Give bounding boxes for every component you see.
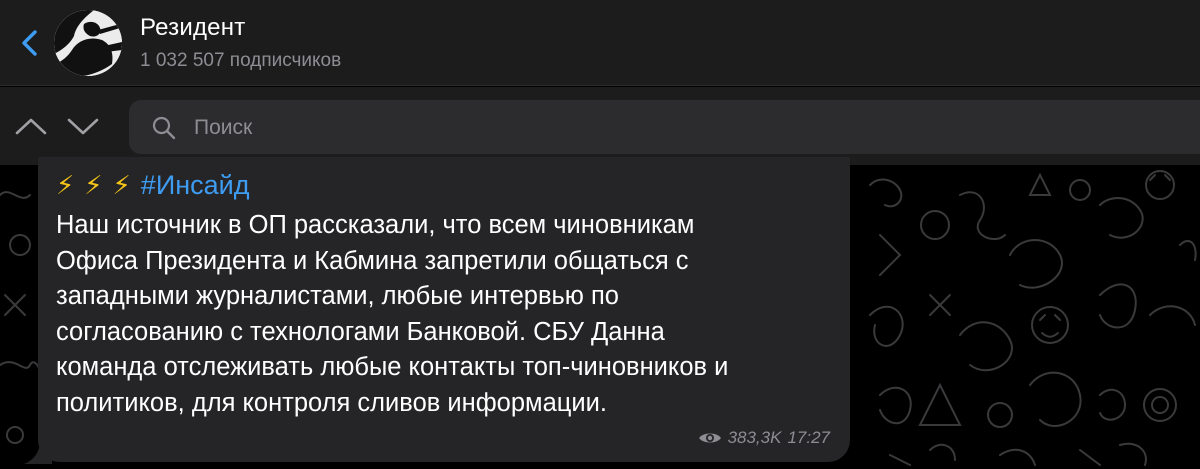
channel-title[interactable]: Резидент [140,14,245,42]
back-chevron-icon[interactable] [16,27,44,59]
lightning-icon: ⚡ [56,170,75,200]
search-input[interactable] [194,108,1094,148]
message-header: ⚡ ⚡ ⚡ #Инсайд [56,168,249,202]
view-count: 383,3K [727,428,782,447]
search-icon [152,116,176,140]
subscriber-count: 1 032 507 подписчиков [140,50,342,71]
message-text: Наш источник в ОП рассказали, что всем ч… [56,211,729,417]
hashtag-link[interactable]: #Инсайд [141,170,250,200]
eye-icon [698,433,721,443]
lightning-icon: ⚡ [84,170,103,200]
chevron-up-icon[interactable] [14,112,48,140]
chat-header: Резидент 1 032 507 подписчиков [0,0,1200,86]
lightning-icon: ⚡ [112,170,131,200]
message-meta: 383,3K 17:27 [698,428,830,448]
chevron-down-icon[interactable] [66,112,100,140]
channel-avatar[interactable] [54,10,122,76]
message-time: 17:27 [787,428,830,447]
